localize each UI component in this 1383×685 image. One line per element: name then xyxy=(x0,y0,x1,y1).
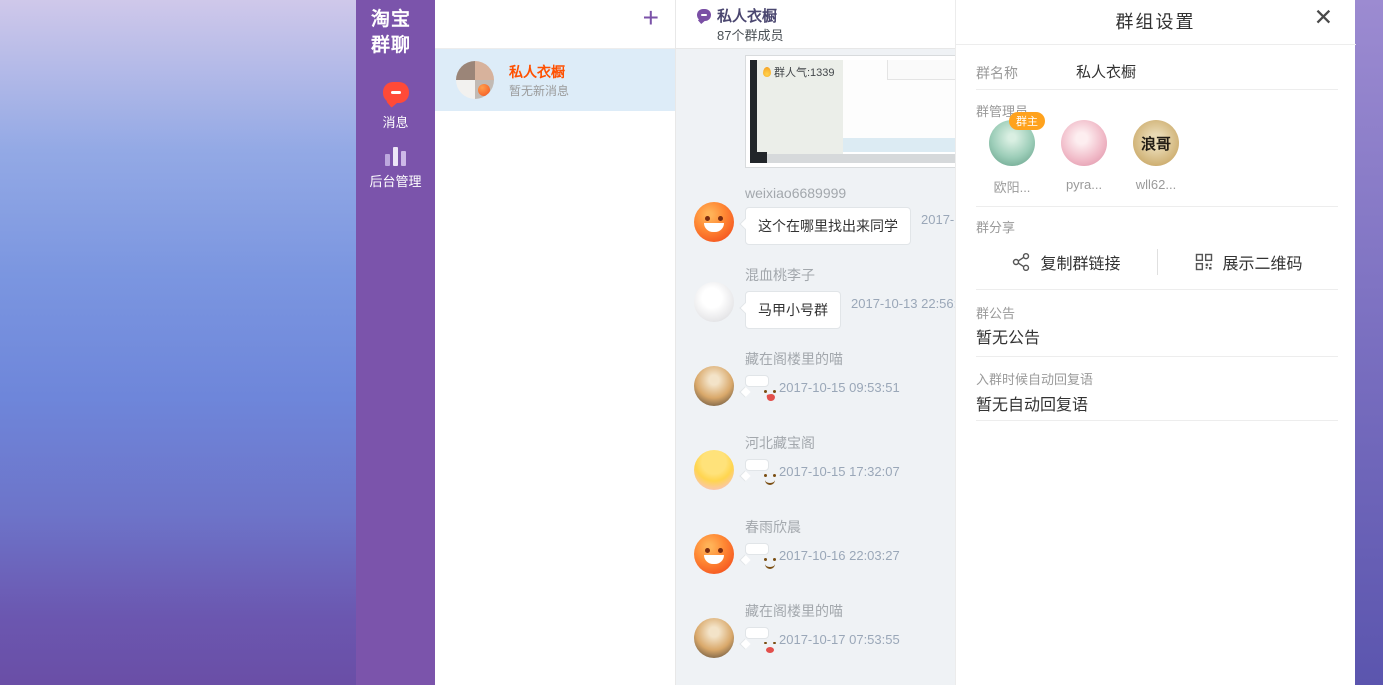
auto-reply-label: 入群时候自动回复语 xyxy=(976,369,1093,388)
sidebar-item-label: 后台管理 xyxy=(356,171,435,190)
avatar-tabby-cat[interactable] xyxy=(694,366,734,406)
admin-avatar: 群主 xyxy=(989,120,1035,166)
group-avatar xyxy=(456,61,494,99)
bar-chart-icon xyxy=(385,146,406,166)
message-bubble: 马甲小号群 xyxy=(745,291,841,329)
sidebar-item-admin[interactable]: 后台管理 xyxy=(356,146,435,190)
qr-code-icon xyxy=(1194,252,1214,272)
image-message[interactable]: 群人气:1339 xyxy=(745,55,960,168)
share-row: 复制群链接 展示二维码 xyxy=(976,246,1338,278)
admin-avatar: 浪哥 xyxy=(1133,120,1179,166)
collage-avatar-dot xyxy=(478,84,490,96)
copy-group-link-button[interactable]: 复制群链接 xyxy=(1003,246,1128,278)
avatar-white-dog[interactable] xyxy=(694,282,734,322)
group-name-value: 私人衣橱 xyxy=(1076,61,1136,82)
auto-reply-value: 暂无自动回复语 xyxy=(976,391,1088,415)
add-group-button[interactable]: + xyxy=(639,2,663,34)
chat-list-item-selected[interactable]: 私人衣橱 暂无新消息 xyxy=(435,49,675,111)
avatar-tabby-cat[interactable] xyxy=(694,618,734,658)
message-bubble xyxy=(745,459,769,471)
message-time: 2017-10-15 09:53:51 xyxy=(779,380,900,395)
admin-name: pyra... xyxy=(1054,177,1114,192)
announcement-label: 群公告 xyxy=(976,303,1015,322)
group-bubble-icon xyxy=(697,9,711,21)
share-label: 群分享 xyxy=(976,217,1015,236)
announcement-value: 暂无公告 xyxy=(976,324,1040,348)
chat-list-header: + xyxy=(435,0,675,49)
message-bubble xyxy=(745,543,769,555)
message-bubble-icon xyxy=(383,82,409,103)
show-qr-button[interactable]: 展示二维码 xyxy=(1186,246,1311,278)
settings-title: 群组设置 xyxy=(956,8,1355,34)
app-title: 淘宝 群聊 xyxy=(356,0,435,58)
message-bubble xyxy=(745,375,769,387)
close-icon[interactable]: ✕ xyxy=(1308,2,1339,33)
message-time: 2017-10-15 17:32:07 xyxy=(779,464,900,479)
avatar-baby-duck-hat[interactable] xyxy=(694,450,734,490)
admin-member[interactable]: pyra... xyxy=(1054,120,1114,192)
screenshot-caption: 群人气:1339 xyxy=(763,64,835,80)
chat-title: 私人衣橱 xyxy=(717,5,777,26)
message-time: 2017-10-16 22:03:27 xyxy=(779,548,900,563)
admin-owner[interactable]: 群主 欧阳... xyxy=(982,120,1042,196)
flame-icon xyxy=(763,67,771,77)
group-name-label: 群名称 xyxy=(976,63,1018,83)
group-last-message: 暂无新消息 xyxy=(509,82,569,99)
admin-member[interactable]: 浪哥 wll62... xyxy=(1126,120,1186,192)
chat-list-panel: + 私人衣橱 暂无新消息 xyxy=(435,0,676,685)
message-time: 2017-10-13 22:56:5 xyxy=(851,296,964,311)
group-name: 私人衣橱 xyxy=(509,62,565,82)
chat-member-count: 87个群成员 xyxy=(717,25,783,44)
message-time: 2017-10-17 07:53:55 xyxy=(779,632,900,647)
share-icon xyxy=(1011,252,1031,272)
group-settings-panel: 群组设置 ✕ 群名称 私人衣橱 群管理员 群主 欧阳... pyra... 浪哥… xyxy=(955,0,1355,685)
app-sidebar: 淘宝 群聊 消息 后台管理 xyxy=(356,0,435,685)
owner-badge: 群主 xyxy=(1009,112,1045,130)
admin-name: 欧阳... xyxy=(982,177,1042,196)
sidebar-item-label: 消息 xyxy=(356,112,435,131)
message-bubble xyxy=(745,627,769,639)
wallpaper-right-strip xyxy=(1355,0,1383,685)
desktop-wallpaper: 淘宝 群聊 消息 后台管理 + 私人衣橱 暂无新消息 私人衣橱 xyxy=(0,0,1383,685)
shared-screenshot: 群人气:1339 xyxy=(750,60,955,163)
admin-name: wll62... xyxy=(1126,177,1186,192)
avatar-orange-mascot[interactable] xyxy=(694,202,734,242)
admin-avatar xyxy=(1061,120,1107,166)
vertical-divider xyxy=(1157,249,1158,275)
message-bubble: 这个在哪里找出来同学 xyxy=(745,207,911,245)
sidebar-item-messages[interactable]: 消息 xyxy=(356,82,435,131)
avatar-calligraphy-text: 浪哥 xyxy=(1141,133,1171,154)
avatar-orange-mascot[interactable] xyxy=(694,534,734,574)
